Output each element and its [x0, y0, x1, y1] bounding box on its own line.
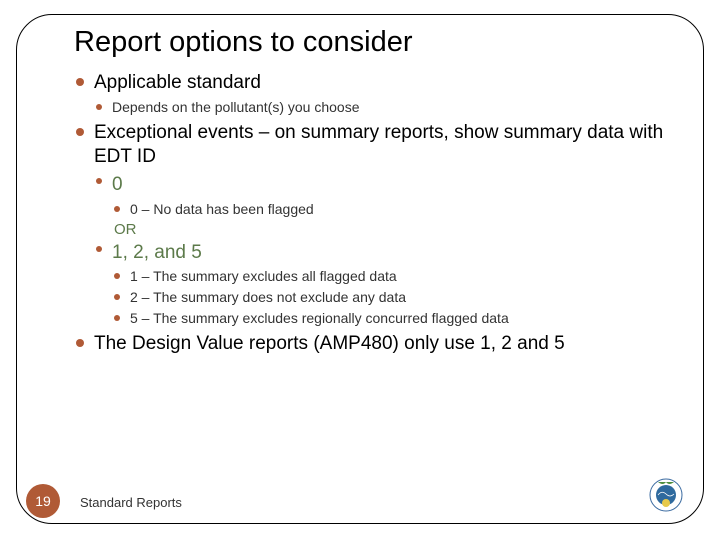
bullet-applicable-standard: Applicable standard Depends on the pollu… — [74, 71, 680, 117]
page-number-badge: 19 — [26, 484, 60, 518]
option-125: 1, 2, and 5 1 – The summary excludes all… — [94, 241, 680, 329]
bullet-label: Applicable standard — [94, 72, 261, 93]
or-separator: OR — [94, 221, 680, 238]
sub-bullet: Depends on the pollutant(s) you choose — [94, 99, 680, 117]
bullet-exceptional-events: Exceptional events – on summary reports,… — [74, 121, 680, 329]
bullet-label: The Design Value reports (AMP480) only u… — [94, 333, 565, 354]
option-zero: 0 0 – No data has been flagged — [94, 173, 680, 219]
sub-bullet: 2 – The summary does not exclude any dat… — [112, 289, 680, 307]
sub-bullet-text: 2 – The summary does not exclude any dat… — [130, 289, 406, 305]
slide-title: Report options to consider — [74, 26, 680, 59]
option-label: 1, 2, and 5 — [112, 242, 202, 263]
bullet-design-value: The Design Value reports (AMP480) only u… — [74, 332, 680, 357]
sub-bullet: 1 – The summary excludes all flagged dat… — [112, 268, 680, 286]
page-number: 19 — [35, 493, 51, 509]
footer-label: Standard Reports — [80, 495, 182, 510]
epa-logo-icon — [648, 477, 684, 518]
sub-bullet-text: 0 – No data has been flagged — [130, 201, 314, 217]
sub-bullet: 5 – The summary excludes regionally conc… — [112, 310, 680, 328]
bullet-label: Exceptional events – on summary reports,… — [94, 122, 663, 168]
option-label: 0 — [112, 174, 123, 195]
sub-bullet: 0 – No data has been flagged — [112, 201, 680, 219]
sub-bullet-text: 1 – The summary excludes all flagged dat… — [130, 268, 397, 284]
sub-bullet-text: Depends on the pollutant(s) you choose — [112, 99, 360, 115]
sub-bullet-text: 5 – The summary excludes regionally conc… — [130, 310, 509, 326]
